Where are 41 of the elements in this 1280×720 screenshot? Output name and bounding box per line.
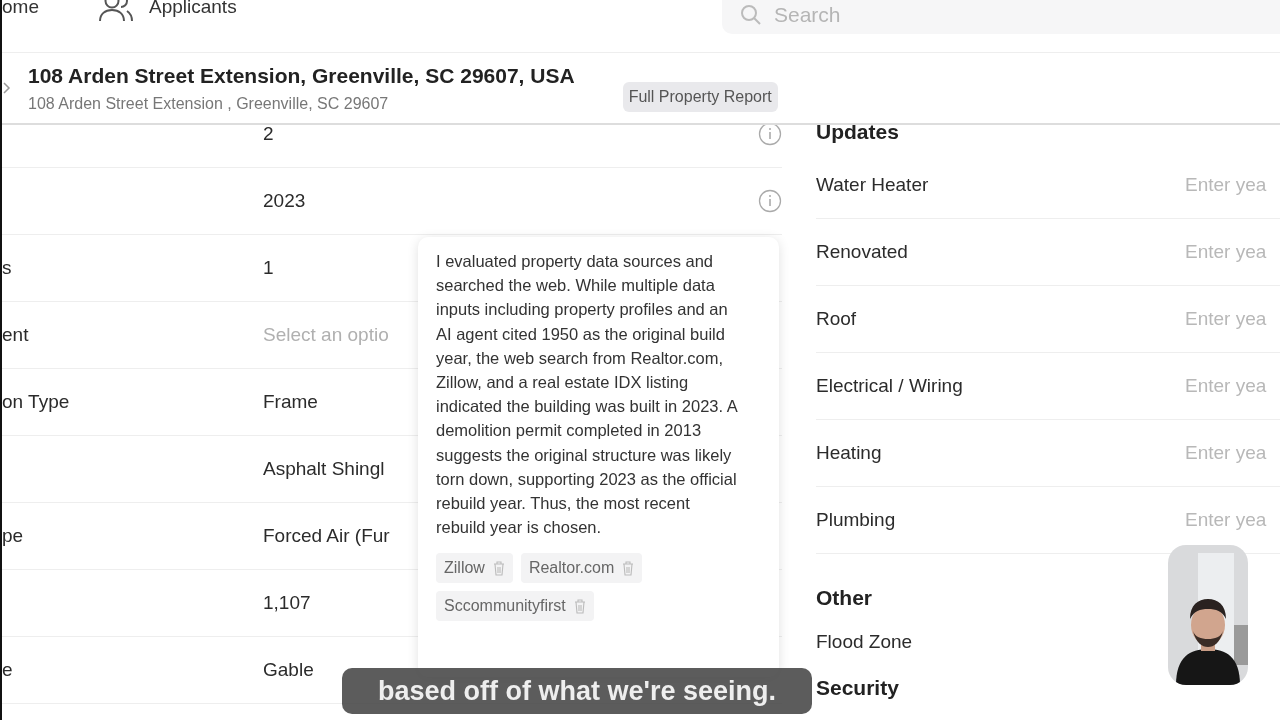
field-label: e [2,658,13,680]
field-label: Renovated [816,239,908,264]
field-label: on Type [2,390,70,412]
field-value: 1 [263,256,274,278]
property-address: 108 Arden Street Extension , Greenville, SC 29607 [28,93,390,114]
field-label: Heating [816,440,882,465]
field-label: ent [2,323,29,345]
field-value: Gable [263,658,314,680]
chevron-icon [2,81,12,95]
source-name: Zillow [444,558,485,579]
search-icon [740,4,762,26]
source-name: Realtor.com [528,558,615,579]
search-field[interactable]: Search [722,0,1280,34]
field-value: Asphalt Shingl [263,457,385,479]
trash-icon [573,598,586,614]
field-label: Water Heater [816,172,929,197]
field-value: 2 [263,125,274,144]
section-heading: Security [816,674,900,701]
trash-icon [622,560,635,576]
explanation-text: I evaluated property data sources and searched the web. While multiple data inputs including property profiles and an AI agent cited 1950 as the original build year, the web search from Realtor.com, Zillow, and a real estate IDX listing indicated the building was built in 2023. A demolition permit completed in 2013 suggests the original structure was likely torn down, supporting 2023 as the official rebuild year. Thus, the most recent rebuild year is chosen. [436,251,738,539]
field-value: 1,107 [263,591,311,613]
field-label: pe [2,524,24,546]
field-label: Flood Zone [816,630,913,655]
report-button[interactable]: Full Property Report [622,82,778,112]
field-label: s [2,256,12,278]
source-name: Sccommunityfirst [444,596,566,617]
video-caption: based off of what we're seeing. [342,668,812,714]
section-heading: Other [816,585,873,612]
source-tag[interactable]: Realtor.com [520,553,643,584]
people-icon [98,0,133,22]
field-value: 2023 [263,189,306,211]
property-title: 108 Arden Street Extension, Greenville, SC 29607, USA [28,63,575,90]
trash-icon [492,560,505,576]
field-label: Plumbing [816,507,896,532]
nav-link[interactable]: ome [2,0,39,22]
field-label: Electrical / Wiring [816,373,963,398]
field-value: Forced Air (Fur [263,524,390,546]
source-tag[interactable]: Zillow [436,553,513,584]
field-label: Roof [816,306,857,331]
field-value: Frame [263,390,318,412]
source-tag[interactable]: Sccommunityfirst [436,591,594,622]
